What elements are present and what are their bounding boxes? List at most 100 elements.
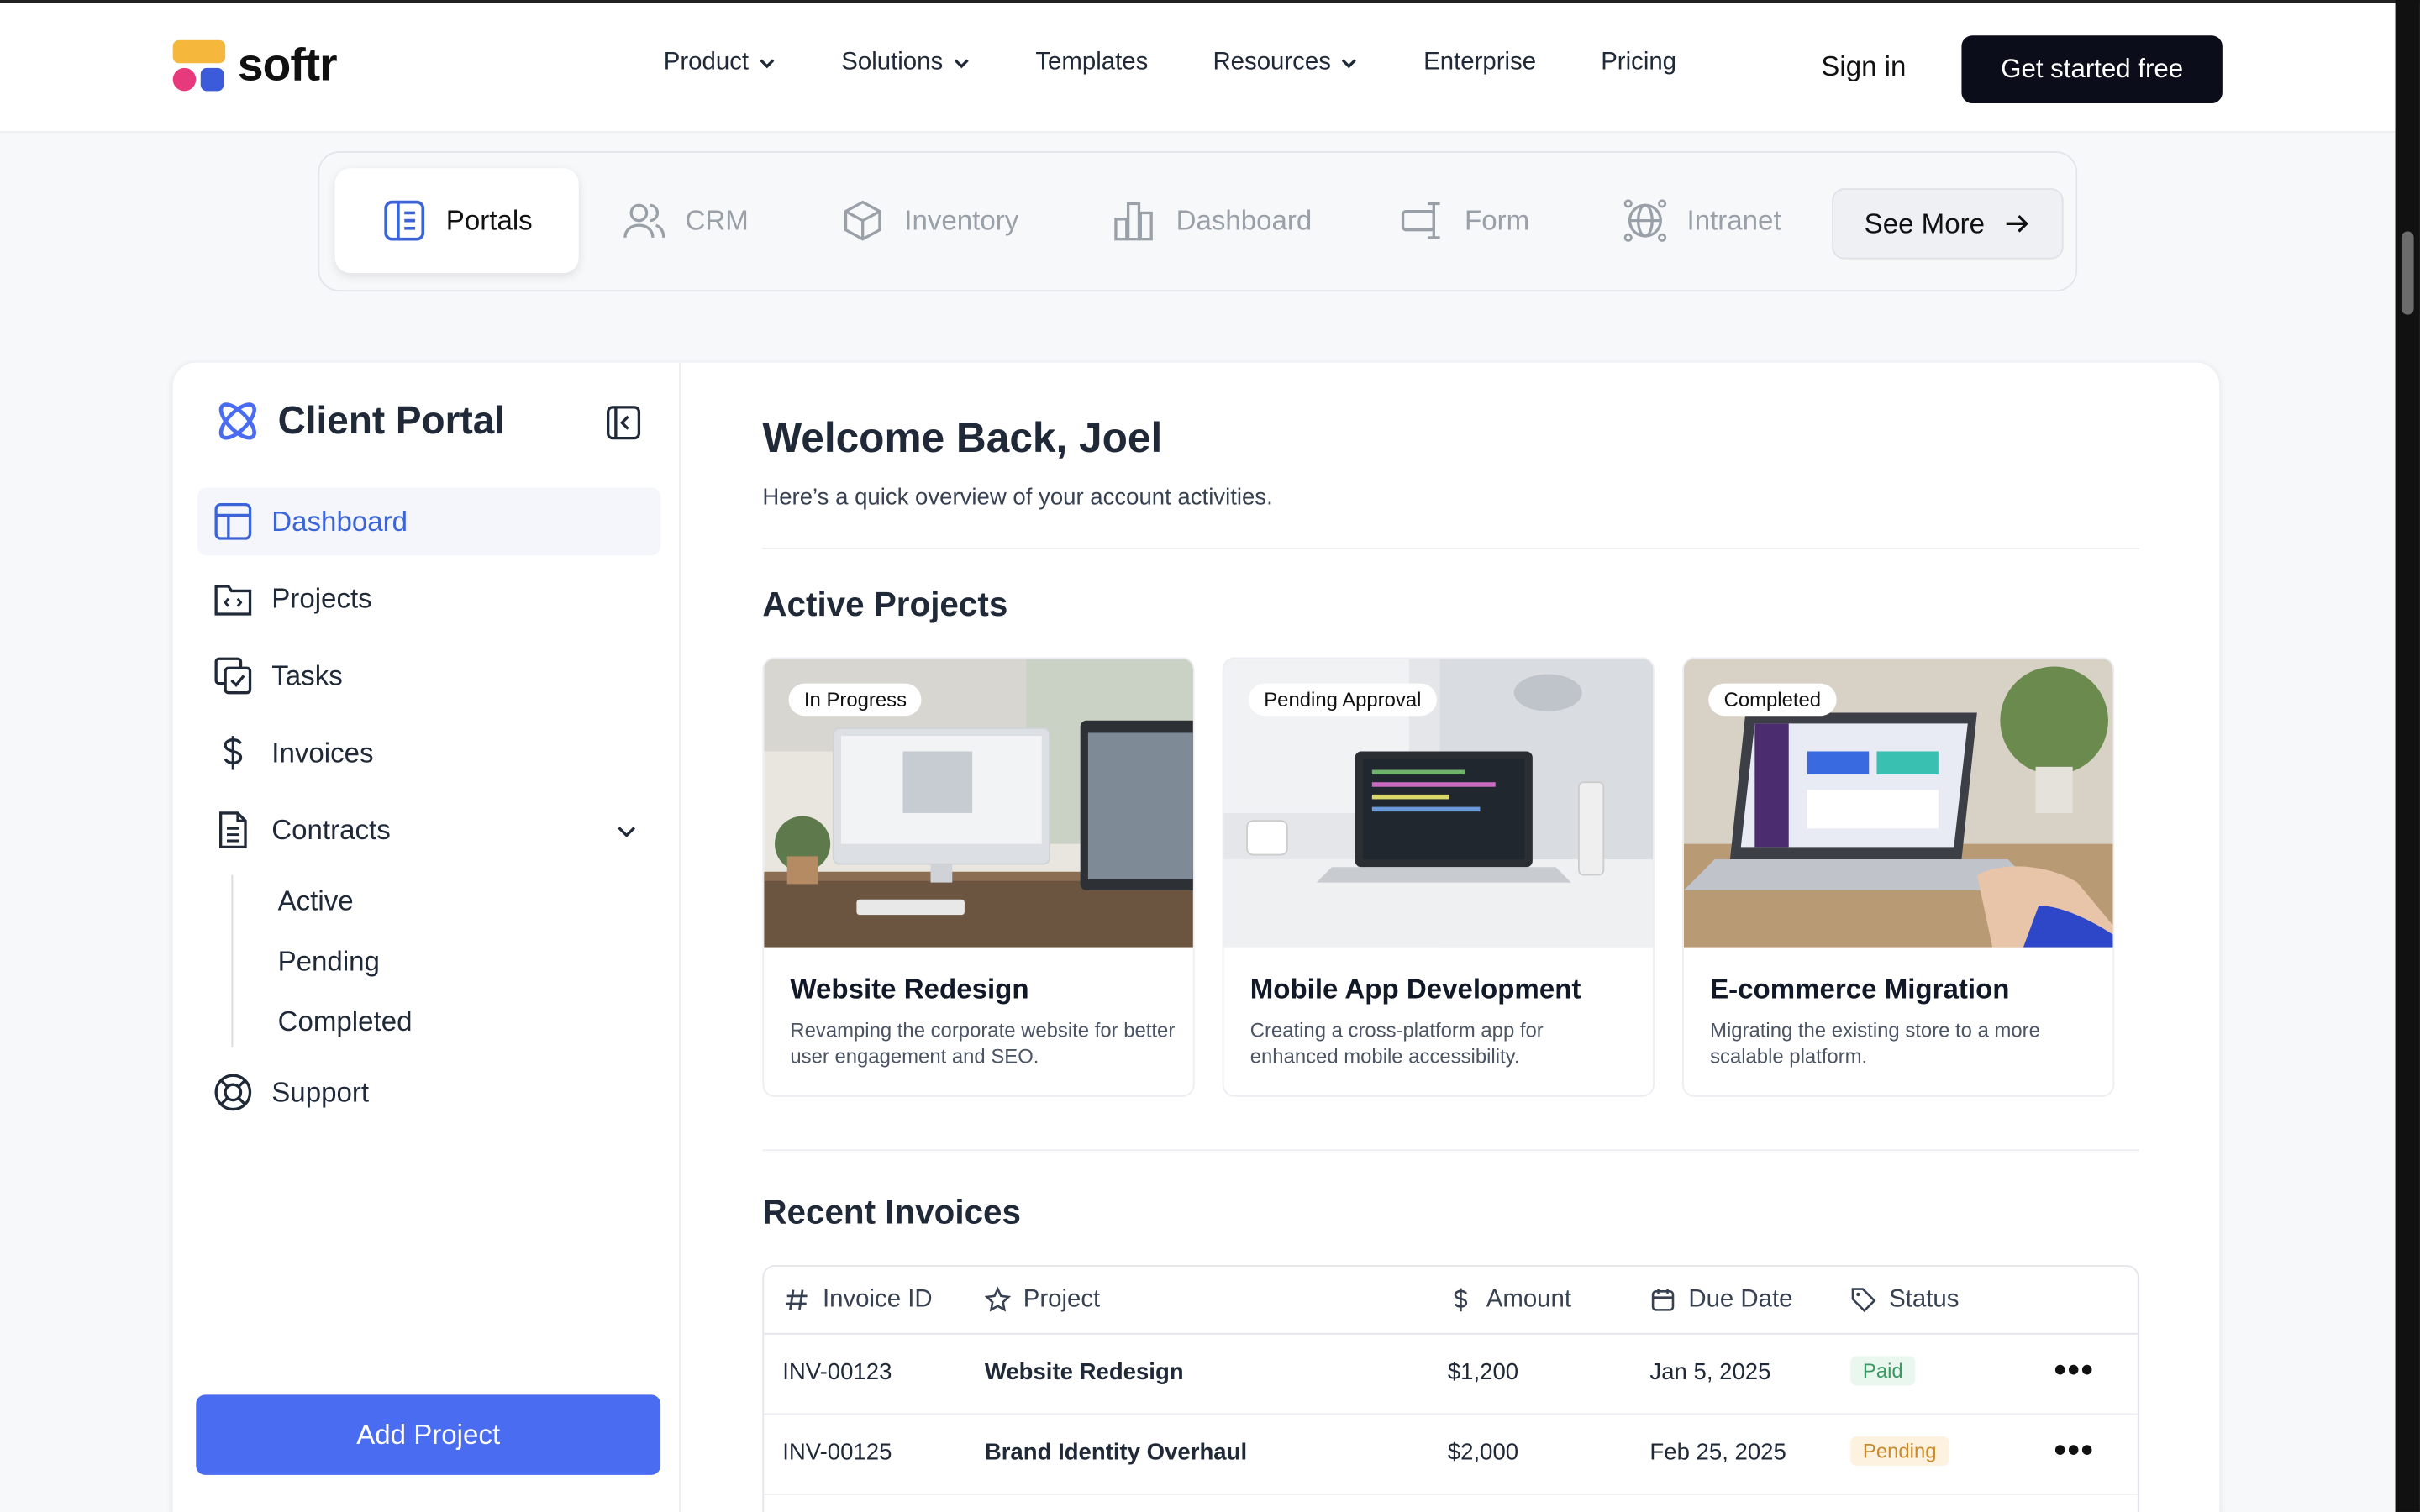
menu-product-label: Product: [663, 49, 750, 76]
column-header-amount[interactable]: Amount: [1448, 1267, 1571, 1333]
welcome-heading: Welcome Back, Joel: [762, 415, 1163, 462]
document-icon: [218, 811, 247, 849]
tab-inventory[interactable]: Inventory: [839, 168, 1018, 273]
column-header-label: Due Date: [1688, 1285, 1793, 1313]
status-badge: Paid: [1850, 1356, 1916, 1386]
sidebar-item-label: Dashboard: [271, 505, 408, 537]
menu-solutions[interactable]: Solutions: [841, 50, 971, 77]
sidebar-item-label: Contracts: [271, 813, 391, 845]
more-options-icon[interactable]: •••: [2054, 1431, 2095, 1471]
tab-portals[interactable]: Portals: [334, 168, 579, 274]
menu-solutions-label: Solutions: [841, 49, 944, 76]
menu-pricing[interactable]: Pricing: [1601, 50, 1676, 77]
sidebar-subitem-active[interactable]: Active: [278, 885, 354, 918]
sidebar-item-projects[interactable]: Projects: [197, 564, 660, 633]
get-started-button[interactable]: Get started free: [1961, 35, 2223, 104]
invoices-table: Invoice ID Project Amount Due Date Statu…: [762, 1265, 2139, 1512]
project-title: Mobile App Development: [1249, 973, 1581, 1005]
softr-logo-mark-icon: [172, 39, 226, 92]
tab-portals-label: Portals: [445, 204, 533, 236]
tab-intranet[interactable]: Intranet: [1622, 168, 1781, 273]
users-icon: [623, 203, 666, 238]
invoice-id: INV-00123: [782, 1359, 892, 1386]
divider: [762, 1149, 2139, 1152]
softr-logo[interactable]: softr: [172, 39, 338, 92]
sidebar-item-invoices[interactable]: Invoices: [197, 719, 660, 787]
more-options-icon[interactable]: •••: [2054, 1350, 2095, 1390]
column-header-invoice-id[interactable]: Invoice ID: [784, 1267, 933, 1333]
box-icon: [844, 200, 881, 241]
project-title: Website Redesign: [790, 973, 1029, 1005]
lifebuoy-icon: [214, 1074, 252, 1111]
scrollbar-thumb[interactable]: [2401, 231, 2414, 315]
client-portal-preview: Client Portal Dashboard Projects Tasks I…: [171, 360, 2222, 1512]
sidebar-subitem-pending[interactable]: Pending: [278, 946, 380, 979]
template-tab-bar: Portals CRM Inventory Dashboard Form Int…: [318, 150, 2078, 292]
divider: [762, 548, 2139, 549]
add-project-button[interactable]: Add Project: [196, 1394, 661, 1475]
chevron-down-icon[interactable]: [614, 819, 639, 843]
sign-in-link[interactable]: Sign in: [1821, 51, 1906, 84]
project-card-ecommerce-migration[interactable]: Completed E-commerce Migration Migrating…: [1682, 657, 2115, 1097]
sidebar-item-label: Support: [271, 1076, 370, 1107]
sidebar-item-label: Tasks: [271, 659, 343, 690]
column-header-label: Status: [1889, 1285, 1960, 1313]
menu-templates[interactable]: Templates: [1035, 50, 1148, 77]
project-title: E-commerce Migration: [1710, 973, 2010, 1005]
invoice-project: Brand Identity Overhaul: [984, 1439, 1248, 1466]
column-header-label: Amount: [1486, 1285, 1572, 1313]
project-description: Creating a cross-platform app for enhanc…: [1249, 1018, 1544, 1068]
recent-invoices-heading: Recent Invoices: [762, 1192, 1022, 1231]
sidebar-item-contracts[interactable]: Contracts: [197, 796, 660, 864]
sidebar-item-tasks[interactable]: Tasks: [197, 642, 660, 710]
portal-layout-icon: [384, 200, 425, 241]
collapse-sidebar-icon[interactable]: [605, 404, 642, 441]
menu-resources[interactable]: Resources: [1213, 50, 1359, 77]
menu-resources-label: Resources: [1213, 49, 1331, 76]
active-projects-heading: Active Projects: [762, 585, 1008, 624]
welcome-subtitle: Here’s a quick overview of your account …: [762, 484, 1273, 511]
status-badge: Pending: [1850, 1436, 1949, 1466]
column-header-status[interactable]: Status: [1850, 1267, 1959, 1333]
tab-crm[interactable]: CRM: [620, 168, 749, 273]
tab-form[interactable]: Form: [1400, 168, 1529, 273]
menu-enterprise-label: Enterprise: [1423, 49, 1537, 76]
row-divider: [764, 1493, 2138, 1495]
project-card-website-redesign[interactable]: In Progress Website Redesign Revamping t…: [762, 657, 1195, 1097]
project-image-laptop-dashboard: Completed: [1683, 659, 2113, 948]
main-menu: Product Solutions Templates Resources En…: [664, 50, 1741, 77]
invoice-project: Website Redesign: [984, 1359, 1184, 1386]
top-navbar: softr Product Solutions Templates Resour…: [0, 3, 2396, 133]
sidebar-subitem-completed[interactable]: Completed: [278, 1006, 413, 1039]
layout-dashboard-icon: [214, 502, 252, 540]
chevron-down-icon: [1342, 59, 1357, 69]
hash-icon: [786, 1289, 808, 1310]
sidebar-item-dashboard[interactable]: Dashboard: [197, 487, 661, 556]
menu-enterprise[interactable]: Enterprise: [1423, 50, 1536, 77]
arrow-right-icon: [2006, 214, 2028, 233]
portal-title: Client Portal: [213, 396, 505, 446]
row-divider: [764, 1413, 2138, 1415]
tab-dashboard-label: Dashboard: [1176, 204, 1313, 236]
column-header-project[interactable]: Project: [984, 1267, 1101, 1333]
tag-icon: [1851, 1288, 1876, 1313]
menu-product[interactable]: Product: [664, 50, 776, 77]
column-header-label: Invoice ID: [822, 1285, 933, 1313]
menu-pricing-label: Pricing: [1601, 49, 1677, 76]
column-header-due-date[interactable]: Due Date: [1649, 1267, 1792, 1333]
atom-logo-icon: [218, 402, 256, 440]
portal-sidebar: Client Portal Dashboard Projects Tasks I…: [173, 362, 681, 1512]
status-badge: In Progress: [788, 683, 923, 717]
project-image-desk-imac: In Progress: [764, 659, 1193, 948]
column-header-label: Project: [1023, 1285, 1101, 1313]
invoice-due-date: Jan 5, 2025: [1649, 1359, 1771, 1386]
tab-dashboard[interactable]: Dashboard: [1111, 168, 1312, 273]
see-more-button[interactable]: See More: [1832, 188, 2064, 260]
project-card-mobile-app[interactable]: Pending Approval Mobile App Development …: [1222, 657, 1655, 1097]
chevron-down-icon: [760, 59, 775, 69]
table-header-divider: [764, 1332, 2138, 1335]
invoice-amount: $1,200: [1447, 1359, 1519, 1386]
page-scrollbar[interactable]: [2395, 0, 2420, 1512]
sidebar-item-support[interactable]: Support: [197, 1058, 660, 1126]
tab-inventory-label: Inventory: [904, 204, 1019, 236]
